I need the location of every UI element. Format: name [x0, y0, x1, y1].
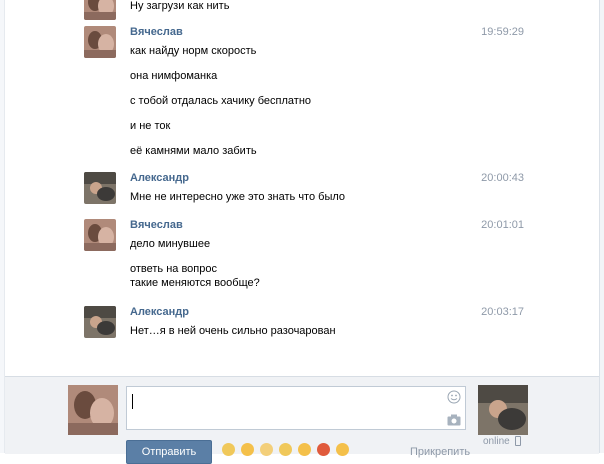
- camera-icon[interactable]: [447, 414, 461, 426]
- attach-link[interactable]: Прикрепить: [410, 446, 470, 458]
- message-line: Нет…я в ней очень сильно разочарован: [130, 325, 336, 337]
- avatar-alexander[interactable]: [84, 172, 116, 204]
- message-input[interactable]: [126, 386, 466, 430]
- online-status: online: [483, 436, 510, 447]
- author-name[interactable]: Вячеслав: [130, 219, 183, 231]
- emoji-icon[interactable]: [222, 443, 235, 456]
- message-line: как найду норм скорость: [130, 45, 257, 57]
- peer-avatar[interactable]: [478, 385, 528, 435]
- message-line: такие меняются вообще?: [130, 277, 260, 289]
- mobile-phone-icon: [515, 436, 521, 446]
- scrollbar[interactable]: [599, 0, 604, 453]
- emoji-icon[interactable]: [279, 443, 293, 456]
- avatar-alexander[interactable]: [84, 306, 116, 338]
- smile-icon[interactable]: [447, 390, 461, 404]
- chat-window: Ну загрузи как нить Вячеслав 19:59:29 ка…: [0, 0, 604, 464]
- message-time[interactable]: 20:01:01: [481, 219, 524, 231]
- emoji-icon[interactable]: [298, 443, 312, 456]
- message-line: с тобой отдалась хачику бесплатно: [130, 95, 312, 107]
- avatar-vyacheslav[interactable]: [84, 26, 116, 58]
- emoji-icon[interactable]: [317, 443, 331, 456]
- message-line: ответь на вопрос: [130, 263, 217, 275]
- emoji-quick-row: [222, 443, 352, 457]
- message-line: и не ток: [130, 120, 171, 132]
- avatar-vyacheslav[interactable]: [84, 219, 116, 251]
- avatar-vyacheslav[interactable]: [84, 0, 116, 20]
- message-line: дело минувшее: [130, 238, 211, 250]
- message-time[interactable]: 19:59:29: [481, 26, 524, 38]
- message-time[interactable]: 20:03:17: [481, 306, 524, 318]
- send-button[interactable]: Отправить: [126, 440, 212, 464]
- emoji-icon[interactable]: [336, 443, 350, 456]
- author-name[interactable]: Александр: [130, 172, 189, 184]
- emoji-icon[interactable]: [241, 443, 255, 456]
- message-time[interactable]: 20:00:43: [481, 172, 524, 184]
- message-line: Ну загрузи как нить: [130, 0, 230, 12]
- my-avatar[interactable]: [68, 385, 118, 435]
- message-line: её камнями мало забить: [130, 145, 257, 157]
- message-line: Мне не интересно уже это знать что было: [130, 191, 346, 203]
- emoji-icon[interactable]: [260, 443, 274, 456]
- text-caret: [132, 394, 133, 409]
- author-name[interactable]: Александр: [130, 306, 189, 318]
- message-line: она нимфоманка: [130, 70, 218, 82]
- author-name[interactable]: Вячеслав: [130, 26, 183, 38]
